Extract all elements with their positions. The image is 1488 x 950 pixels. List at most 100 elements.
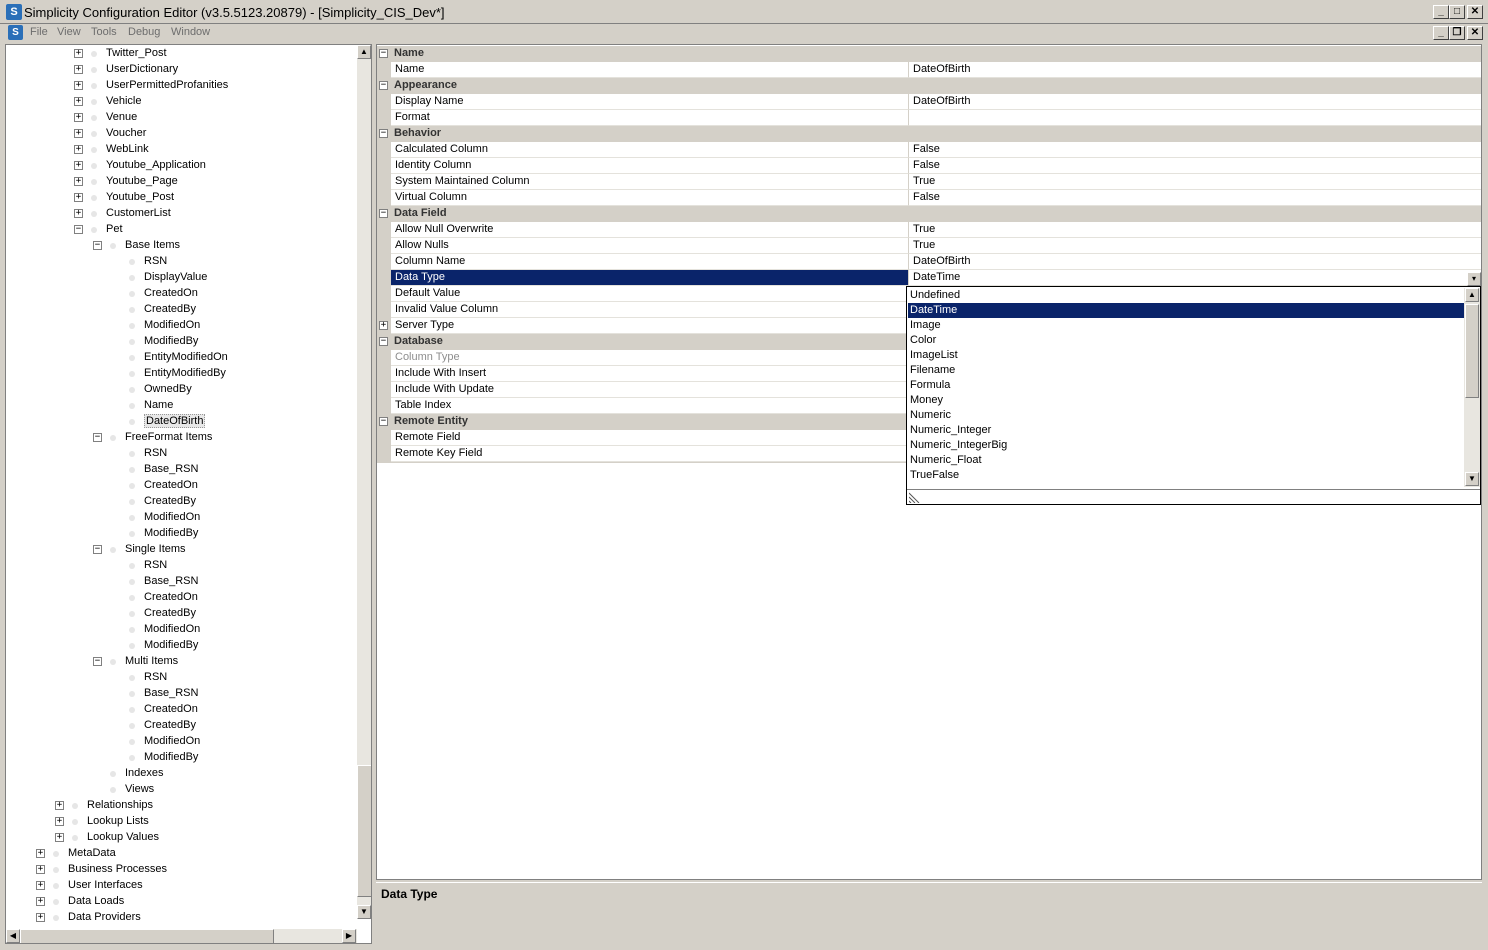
tree-node[interactable]: + User Interfaces xyxy=(6,878,356,894)
dropdown-option[interactable]: Undefined xyxy=(908,288,1464,303)
tree-node-label[interactable]: CreatedOn xyxy=(144,287,198,299)
menu-file[interactable]: File xyxy=(30,26,48,38)
property-value[interactable]: False xyxy=(908,190,1481,206)
tree-node-label[interactable]: Views xyxy=(125,783,154,795)
tree-node[interactable]: + Business Processes xyxy=(6,862,356,878)
tree-node-label[interactable]: EntityModifiedBy xyxy=(144,367,226,379)
tree-node-label[interactable]: DisplayValue xyxy=(144,271,207,283)
dropdown-option[interactable]: Formula xyxy=(908,378,1464,393)
dropdown-option[interactable]: TrueFalse xyxy=(908,468,1464,483)
tree-node-label[interactable]: Single Items xyxy=(125,543,186,555)
dropdown-option[interactable]: Numeric xyxy=(908,408,1464,423)
tree-node[interactable]: ModifiedBy xyxy=(6,750,356,766)
tree-node-label[interactable]: CreatedOn xyxy=(144,479,198,491)
property-name[interactable]: Allow Null Overwrite xyxy=(391,222,908,238)
expand-icon[interactable]: + xyxy=(74,65,83,74)
tree-node-label[interactable]: CreatedBy xyxy=(144,303,196,315)
tree-node[interactable]: Name xyxy=(6,398,356,414)
tree-node[interactable]: ModifiedOn xyxy=(6,510,356,526)
scroll-down-icon[interactable]: ▼ xyxy=(357,905,371,919)
tree-node[interactable]: + Lookup Values xyxy=(6,830,356,846)
property-value[interactable]: DateOfBirth xyxy=(908,254,1481,270)
tree-node[interactable]: ModifiedOn xyxy=(6,318,356,334)
tree-node[interactable]: CreatedBy xyxy=(6,718,356,734)
tree-node-label[interactable]: Data Loads xyxy=(68,895,124,907)
tree-node[interactable]: CreatedOn xyxy=(6,702,356,718)
tree-node[interactable]: + Youtube_Post xyxy=(6,190,356,206)
tree-node-label[interactable]: Name xyxy=(144,399,173,411)
tree-node-label[interactable]: RSN xyxy=(144,559,167,571)
tree-node[interactable]: ModifiedBy xyxy=(6,334,356,350)
property-name[interactable]: Column Type xyxy=(391,350,908,366)
expand-icon[interactable]: + xyxy=(74,193,83,202)
mdi-app-icon[interactable]: S xyxy=(8,25,23,40)
tree-node[interactable]: + Voucher xyxy=(6,126,356,142)
tree-node-label[interactable]: ModifiedOn xyxy=(144,735,200,747)
property-row[interactable]: Name DateOfBirth xyxy=(377,62,1481,78)
property-value[interactable]: DateOfBirth xyxy=(908,62,1481,78)
tree-node-label[interactable]: CreatedOn xyxy=(144,703,198,715)
tree-node[interactable]: + Lookup Lists xyxy=(6,814,356,830)
expand-icon[interactable]: + xyxy=(74,113,83,122)
collapse-icon[interactable]: − xyxy=(379,49,388,58)
property-name[interactable]: Format xyxy=(391,110,908,126)
tree-node[interactable]: Base_RSN xyxy=(6,574,356,590)
tree-node[interactable]: + MetaData xyxy=(6,846,356,862)
tree-node-label[interactable]: Youtube_Application xyxy=(106,159,206,171)
expand-icon[interactable]: + xyxy=(36,913,45,922)
property-value[interactable]: DateTime xyxy=(908,270,1481,286)
tree-node-label[interactable]: ModifiedBy xyxy=(144,335,198,347)
tree-node-label[interactable]: Twitter_Post xyxy=(106,47,167,59)
collapse-icon[interactable]: − xyxy=(379,209,388,218)
dropdown-option[interactable]: Color xyxy=(908,333,1464,348)
property-name[interactable]: Data Type xyxy=(391,270,908,286)
property-category[interactable]: − Appearance xyxy=(377,78,1481,94)
maximize-button[interactable]: □ xyxy=(1449,5,1465,19)
property-name[interactable]: Calculated Column xyxy=(391,142,908,158)
property-name[interactable]: Allow Nulls xyxy=(391,238,908,254)
tree-node-label[interactable]: Indexes xyxy=(125,767,164,779)
property-name[interactable]: Server Type xyxy=(391,318,908,334)
tree-node[interactable]: + Data Loads xyxy=(6,894,356,910)
tree-node[interactable]: + Youtube_Application xyxy=(6,158,356,174)
dropdown-option[interactable]: Money xyxy=(908,393,1464,408)
collapse-icon[interactable]: − xyxy=(93,433,102,442)
tree-node[interactable]: CreatedOn xyxy=(6,478,356,494)
tree-horizontal-scrollbar[interactable]: ◀ ▶ xyxy=(6,929,357,943)
property-row[interactable]: Virtual Column False xyxy=(377,190,1481,206)
tree-node[interactable]: ModifiedBy xyxy=(6,526,356,542)
child-close-button[interactable]: ✕ xyxy=(1467,26,1483,40)
property-value[interactable]: False xyxy=(908,142,1481,158)
tree-node[interactable]: RSN xyxy=(6,446,356,462)
expand-icon[interactable]: + xyxy=(36,881,45,890)
tree-node[interactable]: − Pet xyxy=(6,222,356,238)
menu-view[interactable]: View xyxy=(57,26,81,38)
tree-node[interactable]: CreatedBy xyxy=(6,606,356,622)
menu-tools[interactable]: Tools xyxy=(91,26,117,38)
close-button[interactable]: ✕ xyxy=(1467,5,1483,19)
tree-node-label[interactable]: Lookup Lists xyxy=(87,815,149,827)
property-row[interactable]: System Maintained Column True xyxy=(377,174,1481,190)
property-value[interactable]: True xyxy=(908,222,1481,238)
tree-node-label[interactable]: Youtube_Page xyxy=(106,175,178,187)
expand-icon[interactable]: + xyxy=(74,49,83,58)
tree-node[interactable]: + UserDictionary xyxy=(6,62,356,78)
tree-node[interactable]: Base_RSN xyxy=(6,462,356,478)
tree-node[interactable]: CreatedOn xyxy=(6,286,356,302)
tree-node[interactable]: ModifiedOn xyxy=(6,734,356,750)
tree-node[interactable]: − Multi Items xyxy=(6,654,356,670)
tree-vertical-scrollbar[interactable]: ▲ ▼ xyxy=(357,45,371,919)
data-type-dropdown-button[interactable]: ▾ xyxy=(1467,272,1481,286)
property-value[interactable]: DateOfBirth xyxy=(908,94,1481,110)
tree-node-label[interactable]: Base_RSN xyxy=(144,463,198,475)
tree-node[interactable]: + Venue xyxy=(6,110,356,126)
tree-node[interactable]: + Vehicle xyxy=(6,94,356,110)
tree-node-label[interactable]: ModifiedOn xyxy=(144,511,200,523)
dropdown-scroll-up-icon[interactable]: ▲ xyxy=(1465,288,1479,302)
tree-node-label[interactable]: RSN xyxy=(144,447,167,459)
minimize-button[interactable]: _ xyxy=(1433,5,1449,19)
tree-node[interactable]: EntityModifiedBy xyxy=(6,366,356,382)
tree-node[interactable]: + CustomerList xyxy=(6,206,356,222)
tree-node[interactable]: Views xyxy=(6,782,356,798)
tree-node-label[interactable]: RSN xyxy=(144,255,167,267)
